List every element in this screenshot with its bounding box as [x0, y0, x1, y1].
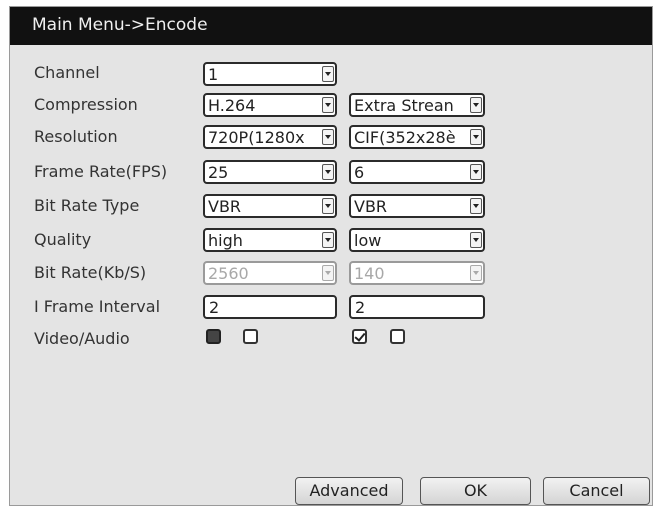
main-i-frame-interval-input[interactable]: 2: [203, 295, 337, 319]
label-channel: Channel: [34, 63, 100, 82]
extra-quality-select[interactable]: low: [349, 228, 485, 252]
chevron-down-icon[interactable]: [322, 164, 334, 180]
label-frame-rate: Frame Rate(FPS): [34, 162, 168, 181]
extra-audio-checkbox[interactable]: [390, 329, 405, 344]
main-quality-select[interactable]: high: [203, 228, 337, 252]
chevron-down-icon[interactable]: [322, 198, 334, 214]
extra-frame-rate-select[interactable]: 6: [349, 160, 485, 184]
extra-frame-rate-value: 6: [354, 163, 365, 182]
cancel-button[interactable]: Cancel: [543, 477, 650, 505]
chevron-down-icon[interactable]: [470, 164, 482, 180]
chevron-down-icon[interactable]: [322, 66, 334, 82]
main-compression-select[interactable]: H.264: [203, 93, 337, 117]
label-i-frame-interval: I Frame Interval: [34, 297, 161, 316]
chevron-down-icon[interactable]: [470, 97, 482, 113]
main-quality-value: high: [208, 231, 243, 250]
chevron-down-icon[interactable]: [322, 232, 334, 248]
window-title: Main Menu->Encode: [32, 15, 208, 35]
main-i-frame-interval-value: 2: [209, 298, 220, 317]
label-bit-rate-type: Bit Rate Type: [34, 196, 140, 215]
label-video-audio: Video/Audio: [34, 329, 130, 348]
label-quality: Quality: [34, 230, 92, 249]
main-bit-rate-type-value: VBR: [208, 197, 242, 216]
extra-bit-rate-type-select[interactable]: VBR: [349, 194, 485, 218]
extra-i-frame-interval-input[interactable]: 2: [349, 295, 485, 319]
label-compression: Compression: [34, 95, 138, 114]
extra-resolution-select[interactable]: CIF(352x28è: [349, 125, 485, 149]
extra-bit-rate-select: 140: [349, 261, 485, 285]
label-bit-rate: Bit Rate(Kb/S): [34, 263, 147, 282]
chevron-down-icon: [470, 265, 482, 281]
main-audio-checkbox[interactable]: [243, 329, 258, 344]
main-bit-rate-type-select[interactable]: VBR: [203, 194, 337, 218]
chevron-down-icon[interactable]: [470, 232, 482, 248]
main-compression-value: H.264: [208, 96, 256, 115]
advanced-button[interactable]: Advanced: [295, 477, 403, 505]
main-bit-rate-select: 2560: [203, 261, 337, 285]
extra-compression-select[interactable]: Extra Strean: [349, 93, 485, 117]
main-resolution-select[interactable]: 720P(1280x: [203, 125, 337, 149]
main-resolution-value: 720P(1280x: [208, 128, 305, 147]
extra-i-frame-interval-value: 2: [355, 298, 366, 317]
main-bit-rate-value: 2560: [208, 264, 249, 283]
extra-resolution-value: CIF(352x28è: [354, 128, 456, 147]
channel-select[interactable]: 1: [203, 62, 337, 86]
chevron-down-icon[interactable]: [470, 198, 482, 214]
chevron-down-icon[interactable]: [470, 129, 482, 145]
label-resolution: Resolution: [34, 127, 118, 146]
encode-window: Main Menu->Encode Channel Compression Re…: [9, 6, 653, 506]
main-video-checkbox[interactable]: [206, 329, 221, 344]
chevron-down-icon[interactable]: [322, 129, 334, 145]
channel-value: 1: [208, 65, 219, 84]
ok-button[interactable]: OK: [420, 477, 531, 505]
extra-bit-rate-type-value: VBR: [354, 197, 388, 216]
extra-video-checkbox[interactable]: [352, 329, 367, 344]
chevron-down-icon[interactable]: [322, 97, 334, 113]
extra-compression-value: Extra Strean: [354, 96, 454, 115]
extra-bit-rate-value: 140: [354, 264, 385, 283]
title-bar: Main Menu->Encode: [10, 7, 652, 45]
chevron-down-icon: [322, 265, 334, 281]
main-frame-rate-select[interactable]: 25: [203, 160, 337, 184]
extra-quality-value: low: [354, 231, 382, 250]
main-frame-rate-value: 25: [208, 163, 229, 182]
